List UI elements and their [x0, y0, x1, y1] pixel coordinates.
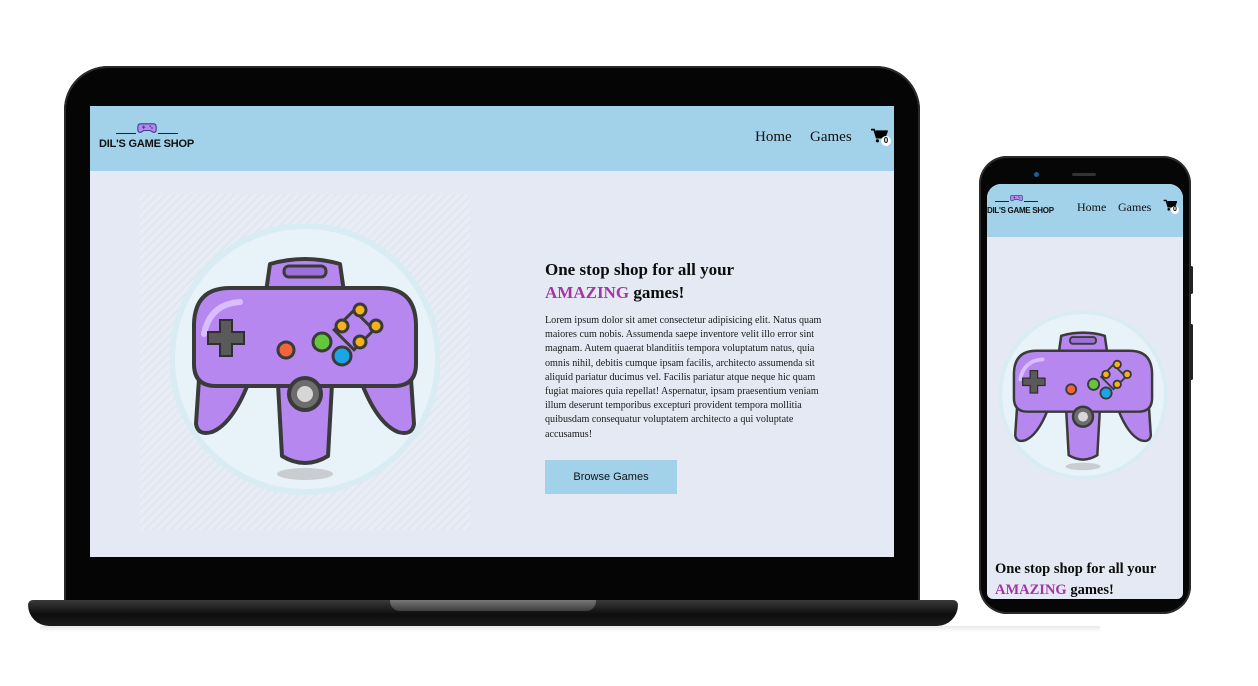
gamepad-icon — [1010, 194, 1023, 202]
mobile-nav-home-link[interactable]: Home — [1077, 200, 1106, 215]
logo-text: DIL'S GAME SHOP — [99, 138, 194, 150]
logo-divider — [1024, 201, 1038, 202]
site-header: DIL'S GAME SHOP Home Games 0 — [90, 106, 894, 171]
hero-image — [140, 194, 470, 530]
browse-games-button[interactable]: Browse Games — [545, 460, 677, 494]
mobile-hero-title: One stop shop for all your AMAZING games… — [995, 559, 1183, 599]
laptop-screen: DIL'S GAME SHOP Home Games 0 One stop sh… — [90, 106, 894, 557]
hero-title-prefix: One stop shop for all your — [995, 561, 1157, 577]
mobile-site-header: DIL'S GAME SHOP Home Games 0 — [987, 184, 1183, 237]
hero-title: One stop shop for all your AMAZING games… — [545, 258, 830, 304]
game-controller-illustration — [170, 224, 440, 504]
hero-title-accent: AMAZING — [995, 582, 1067, 598]
logo-text: DIL'S GAME SHOP — [987, 206, 1054, 215]
phone-screen: DIL'S GAME SHOP Home Games 0 One stop sh… — [987, 184, 1183, 599]
hero-title-accent: AMAZING — [545, 283, 630, 302]
device-shadow — [40, 626, 1100, 632]
game-controller-illustration — [999, 300, 1167, 496]
cart-button[interactable]: 0 — [870, 128, 892, 148]
cart-count-badge: 0 — [881, 136, 891, 146]
logo-divider — [995, 201, 1009, 202]
nav-games-link[interactable]: Games — [810, 129, 852, 146]
mobile-site-logo[interactable]: DIL'S GAME SHOP — [987, 194, 1054, 218]
site-logo[interactable]: DIL'S GAME SHOP — [99, 122, 195, 154]
logo-divider — [116, 133, 136, 134]
phone-side-button — [1190, 324, 1193, 380]
phone-side-button — [1190, 266, 1193, 294]
nav-home-link[interactable]: Home — [755, 129, 792, 146]
mobile-cart-button[interactable]: 0 — [1163, 199, 1181, 215]
gamepad-icon — [137, 122, 157, 134]
hero-title-suffix: games! — [633, 283, 685, 302]
logo-divider — [158, 133, 178, 134]
laptop-hinge-notch — [390, 600, 596, 611]
hero-description: Lorem ipsum dolor sit amet consectetur a… — [545, 315, 822, 440]
hero-title-suffix: games! — [1070, 582, 1114, 598]
hero-copy: One stop shop for all your AMAZING games… — [545, 258, 830, 442]
phone-speaker — [1072, 173, 1096, 176]
mobile-nav-games-link[interactable]: Games — [1118, 200, 1151, 215]
hero-title-prefix: One stop shop for all your — [545, 260, 735, 279]
cart-count-badge: 0 — [1171, 206, 1179, 214]
phone-camera — [1034, 172, 1039, 177]
